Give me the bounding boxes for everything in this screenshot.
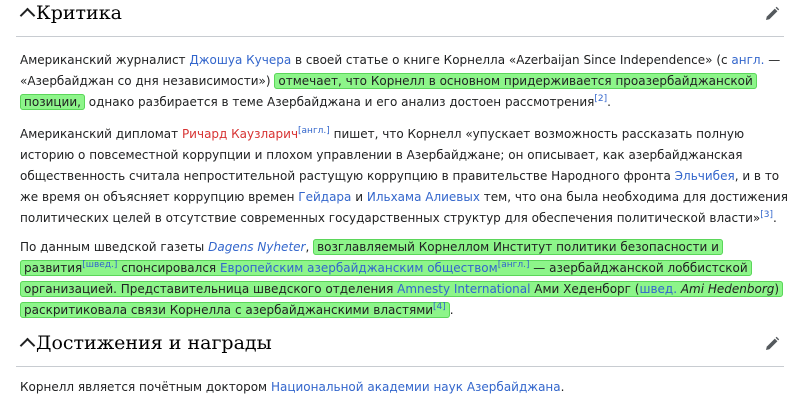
link-amnesty-international[interactable]: Amnesty International [397, 282, 530, 296]
reference-3[interactable]: [3] [760, 210, 773, 220]
link-elchibey[interactable]: Эльчибея [675, 169, 735, 183]
link-lang-swe[interactable]: швед. [639, 282, 677, 296]
text: Ами Хеденборг ( [530, 282, 640, 296]
text: спонсировался [117, 261, 220, 275]
italic-name: Ami Hedenborg [680, 282, 775, 296]
interlang-link-eng[interactable]: [англ.] [498, 260, 530, 270]
text: Американский дипломат [20, 127, 182, 141]
link-heydar[interactable]: Гейдара [298, 190, 351, 204]
link-ilham-aliyev[interactable]: Ильхама Алиевых [367, 190, 480, 204]
chevron-up-icon[interactable] [19, 7, 36, 24]
text: и [351, 190, 367, 204]
text: . [773, 211, 777, 225]
text: . [607, 95, 611, 109]
reference-4[interactable]: [4] [433, 302, 446, 312]
section-heading-criticism: Критика [16, 0, 784, 37]
link-european-azerbaijan-society[interactable]: Европейским азербайджанским обществом [220, 261, 498, 275]
pencil-icon[interactable] [764, 6, 780, 22]
text: По данным шведской газеты [20, 240, 209, 254]
text: в своей статье о книге Корнелла «Azerbai… [291, 53, 732, 67]
text: однако разбирается в теме Азербайджана и… [84, 95, 595, 109]
paragraph: Американский дипломат Ричард Каузларич[а… [20, 124, 790, 229]
section-title: Критика [36, 2, 122, 24]
chevron-up-icon[interactable] [19, 337, 36, 354]
interlang-link-swe[interactable]: [швед.] [82, 260, 117, 270]
section-title: Достижения и награды [36, 332, 272, 354]
paragraph: По данным шведской газеты Dagens Nyheter… [20, 237, 790, 321]
paragraph: Американский журналист Джошуа Кучера в с… [20, 50, 790, 113]
link-joshua-kucera[interactable]: Джошуа Кучера [189, 53, 291, 67]
text: . [449, 303, 454, 317]
text: Американский журналист [20, 53, 190, 67]
link-lang-eng[interactable]: англ. [731, 53, 764, 67]
reference-2[interactable]: [2] [594, 94, 607, 104]
text: , [305, 240, 314, 254]
section-heading-awards: Достижения и награды [16, 330, 784, 367]
interlang-link-eng[interactable]: [англ.] [298, 126, 330, 136]
pencil-icon[interactable] [764, 336, 780, 352]
paragraph: Корнелл является почётным доктором Нацио… [20, 377, 790, 398]
text: Корнелл является почётным доктором [20, 380, 271, 394]
link-dagens-nyheter[interactable]: Dagens Nyheter [208, 240, 305, 254]
link-national-academy[interactable]: Национальной академии наук Азербайджана [271, 380, 561, 394]
link-richard-kauzlarich[interactable]: Ричард Каузларич [182, 127, 298, 141]
text: . [560, 380, 565, 394]
